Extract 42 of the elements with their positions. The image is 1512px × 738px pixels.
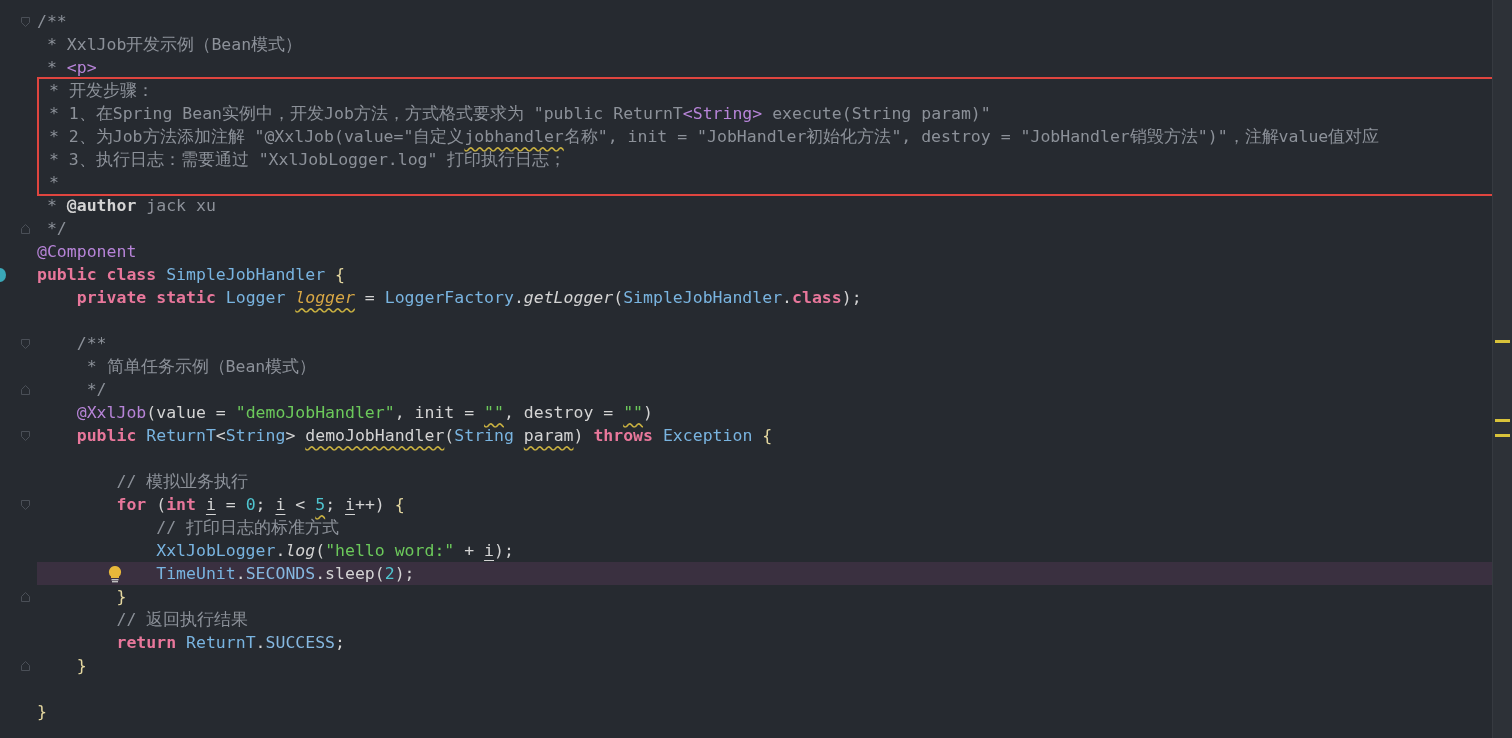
code-line: * XxlJob开发示例（Bean模式） [46,34,303,56]
fold-icon[interactable] [21,338,30,349]
fold-icon[interactable] [21,384,30,395]
warning-marker-icon[interactable] [1495,419,1510,422]
code-line: XxlJobLogger.log("hello word:" + i); [156,540,514,562]
class-marker-icon[interactable] [0,268,6,282]
fold-icon[interactable] [21,591,30,602]
code-line: */ [46,218,67,240]
fold-icon[interactable] [21,660,30,671]
fold-icon[interactable] [21,16,30,27]
code-line: TimeUnit.SECONDS.sleep(2); [156,563,415,585]
code-line: * 2、为Job方法添加注解 "@XxlJob(value="自定义jobhandler名称", init = "JobHandler初始化方法", destroy = "JobHandler销毁方法")"，注解value值对应 [48,126,1380,148]
code-line: } [116,586,127,608]
fold-icon[interactable] [21,223,30,234]
fold-icon[interactable] [21,430,30,441]
fold-icon[interactable] [21,499,30,510]
code-line: /** [76,333,107,355]
code-line: return ReturnT.SUCCESS; [116,632,345,654]
scrollbar[interactable] [1492,0,1512,738]
code-line: * 简单任务示例（Bean模式） [86,356,317,378]
code-line: * @author jack xu [46,195,216,217]
code-line: public class SimpleJobHandler { [37,264,345,286]
code-line: } [76,655,87,677]
code-line: /** [37,11,67,33]
code-line: * [48,172,59,194]
warning-marker-icon[interactable] [1495,434,1510,437]
code-line: public ReturnT<String> demoJobHandler(String param) throws Exception { [76,425,773,447]
code-line: @XxlJob(value = "demoJobHandler", init = "", destroy = "") [76,402,653,424]
code-line: */ [86,379,107,401]
code-line: for (int i = 0; i < 5; i++) { [116,494,405,516]
code-line: private static Logger logger = LoggerFactory.getLogger(SimpleJobHandler.class); [76,287,862,309]
lightbulb-icon[interactable] [108,564,122,583]
code-line: * <p> [46,57,97,79]
code-line: // 返回执行结果 [116,609,249,631]
code-line: // 模拟业务执行 [116,471,249,493]
warning-marker-icon[interactable] [1495,340,1510,343]
code-line: @Component [37,241,137,263]
code-line: * 开发步骤： [48,80,154,102]
code-line: } [37,701,47,723]
code-line: * 3、执行日志：需要通过 "XxlJobLogger.log" 打印执行日志； [48,149,567,171]
code-line: // 打印日志的标准方式 [156,517,340,539]
code-line: * 1、在Spring Bean实例中，开发Job方法，方式格式要求为 "public ReturnT<String> execute(String param)" [48,103,991,125]
